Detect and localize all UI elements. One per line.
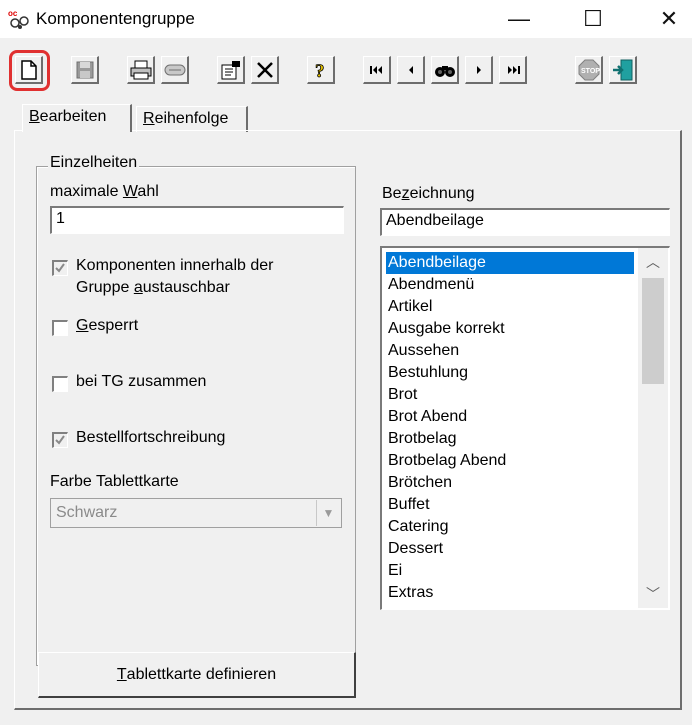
delete-icon [256,61,273,78]
list-item[interactable]: Extras [386,582,634,604]
exchangeable-label-line1: Komponenten innerhalb der [76,257,274,274]
svg-text:oc: oc [8,9,18,18]
help-button[interactable]: ? [307,56,335,84]
properties-button[interactable] [217,56,245,84]
exit-button[interactable] [609,56,637,84]
designation-list[interactable]: Abendbeilage Abendmenü Artikel Ausgabe k… [380,246,670,610]
print-button[interactable] [127,56,155,84]
print-icon [130,60,151,79]
tray-card-color-value: Schwarz [56,504,118,521]
list-item[interactable]: Bestuhlung [386,362,634,384]
minimize-button[interactable]: — [496,0,542,38]
new-icon [20,59,37,80]
order-update-label: Bestellfortschreibung [76,429,226,446]
tray-card-color-label: Farbe Tablettkarte [50,473,179,490]
details-group [36,166,356,666]
stop-button[interactable]: STOP [575,56,603,84]
exchangeable-checkbox[interactable] [52,260,68,276]
delete-button[interactable] [251,56,279,84]
list-item[interactable]: Buffet [386,494,634,516]
max-choice-input[interactable]: 1 [50,206,344,234]
find-button[interactable] [431,56,459,84]
checkmark-icon [55,435,65,445]
next-icon [476,65,481,74]
list-item[interactable]: Aussehen [386,340,634,362]
tab-reihenfolge[interactable]: Reihenfolge [136,106,248,132]
list-item[interactable]: Brot Abend [386,406,634,428]
find-icon [434,65,455,77]
max-choice-label: maximale Wahl [50,183,159,200]
tape-icon [164,64,185,75]
designation-input[interactable]: Abendbeilage [380,208,670,236]
list-item[interactable]: Ei [386,560,634,582]
svg-text:?: ? [315,61,325,80]
list-item[interactable]: Brötchen [386,472,634,494]
scroll-down-button[interactable]: ﹀ [638,584,668,604]
maximize-button[interactable]: ☐ [570,0,616,38]
tape-button[interactable] [161,56,189,84]
define-tray-card-button[interactable]: Tablettkarte definieren [38,652,356,698]
close-icon: ✕ [659,6,679,31]
exchangeable-label-line2: Gruppe austauschbar [76,279,230,296]
close-button[interactable]: ✕ [646,0,692,38]
window-title: Komponentengruppe [36,9,195,28]
locked-checkbox[interactable] [52,320,68,336]
chevron-down-icon: ▼ [322,506,335,520]
list-item-selected[interactable]: Abendbeilage [386,252,634,274]
designation-label: Bezeichnung [382,185,475,202]
list-item[interactable]: Brotbelag Abend [386,450,634,472]
save-icon [76,61,93,78]
properties-icon [221,60,240,79]
previous-record-button[interactable] [397,56,425,84]
stop-icon: STOP [578,59,600,80]
dropdown-button[interactable]: ▼ [316,500,340,526]
scroll-up-button[interactable]: ︿ [638,252,668,272]
list-item[interactable]: Brotbelag [386,428,634,450]
list-item[interactable]: Catering [386,516,634,538]
help-icon: ? [314,60,325,80]
svg-text:STOP: STOP [581,68,600,75]
checkmark-icon [55,263,65,273]
first-icon [369,65,382,74]
list-item[interactable]: Abendmenü [386,274,634,296]
tg-together-label: bei TG zusammen [76,373,207,390]
tab-bearbeiten[interactable]: Bearbeiten [22,104,132,132]
maximize-icon: ☐ [583,6,603,31]
locked-label: Gesperrt [76,317,139,334]
new-button[interactable] [15,56,43,84]
list-item[interactable]: Artikel [386,296,634,318]
order-update-checkbox[interactable] [52,432,68,448]
scrollbar-thumb[interactable] [642,278,664,384]
group-legend: Einzelheiten [48,154,140,172]
list-item[interactable]: Brot [386,384,634,406]
last-record-button[interactable] [499,56,527,84]
last-icon [507,65,520,74]
save-button[interactable] [71,56,99,84]
list-item[interactable]: Dessert [386,538,634,560]
list-item[interactable]: Ausgabe korrekt [386,318,634,340]
app-icon: oc [8,8,32,30]
tg-together-checkbox[interactable] [52,376,68,392]
first-record-button[interactable] [363,56,391,84]
chevron-up-icon: ︿ [646,254,660,270]
minimize-icon: — [508,6,530,31]
exit-icon [612,59,632,80]
prev-icon [408,65,413,74]
chevron-down-icon: ﹀ [646,586,660,602]
next-record-button[interactable] [465,56,493,84]
